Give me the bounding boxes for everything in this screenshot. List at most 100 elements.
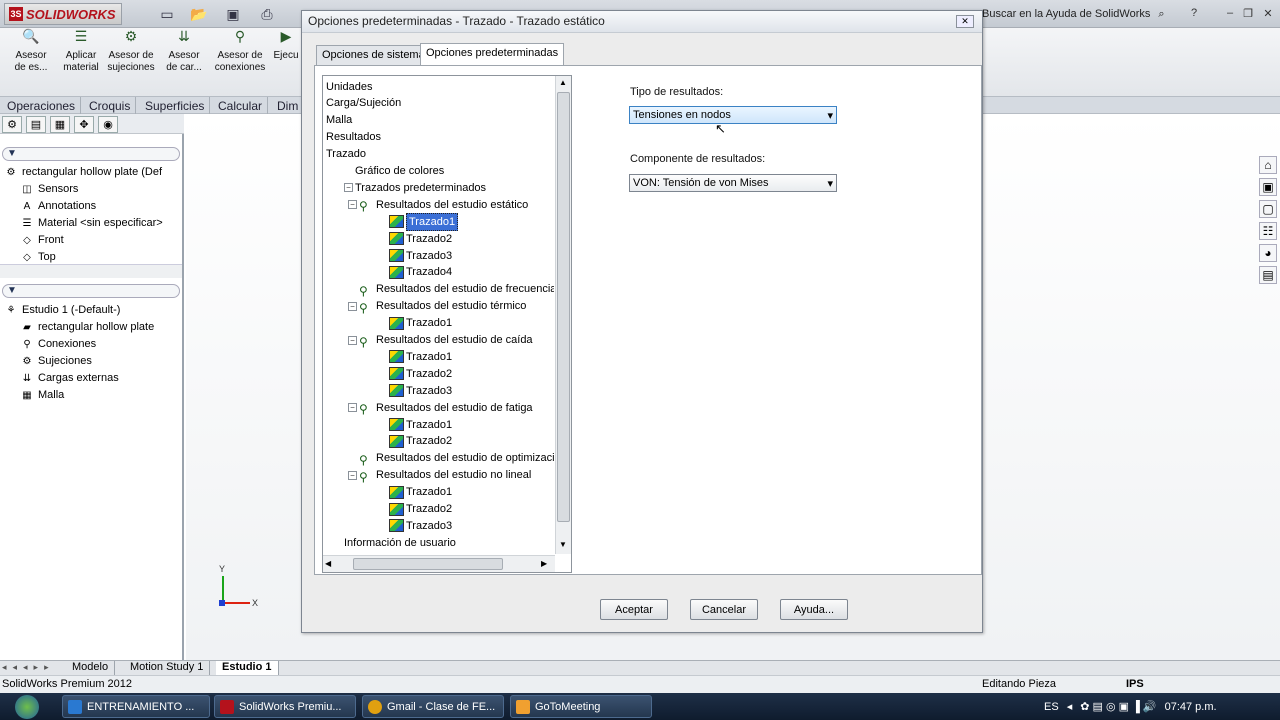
tree-node-study-group[interactable]: − ⚲ Resultados del estudio estático bbox=[348, 196, 528, 213]
tree-node-top[interactable]: Carga/Sujeción bbox=[326, 95, 401, 112]
tab-default-options[interactable]: Opciones predeterminadas bbox=[420, 43, 565, 66]
tree-item-front[interactable]: ◇ Front bbox=[4, 232, 163, 249]
filter-input[interactable]: ▼ bbox=[2, 147, 180, 161]
taskbar-item-solidworks[interactable]: SolidWorks Premiu... bbox=[214, 695, 356, 718]
options-tree[interactable]: Unidades Carga/Sujeción Malla Resultados Tra… bbox=[322, 75, 572, 573]
tab-croquis[interactable]: Croquis bbox=[84, 97, 137, 114]
solidworks-logo[interactable]: 3S SOLIDWORKS bbox=[4, 3, 122, 25]
scroll-right-icon[interactable]: ▶ bbox=[541, 559, 547, 568]
tree-node-plot[interactable]: Trazado3 bbox=[378, 247, 452, 264]
ok-button[interactable]: Aceptar bbox=[600, 599, 668, 620]
tree-node-top[interactable]: Unidades bbox=[326, 78, 372, 95]
tab-calcular[interactable]: Calcular bbox=[213, 97, 269, 114]
tab-motion-study[interactable]: Motion Study 1 bbox=[124, 661, 211, 675]
tree-node-color-chart[interactable]: Gráfico de colores bbox=[344, 163, 444, 180]
scroll-up-icon[interactable]: ▲ bbox=[559, 78, 567, 87]
tree-node-plot[interactable]: Trazado3 bbox=[378, 517, 452, 534]
study-filter-input[interactable]: ▼ bbox=[2, 284, 180, 298]
tree-node-top[interactable]: Resultados bbox=[326, 129, 381, 146]
taskpane-appearance-icon[interactable]: ◕ bbox=[1259, 244, 1277, 262]
feature-tree-hscroll[interactable] bbox=[0, 264, 182, 278]
tree-node-plot[interactable]: Trazado2 bbox=[378, 365, 452, 382]
tree-hscroll[interactable]: ◀ ▶ bbox=[323, 555, 555, 572]
search-icon[interactable]: ⌕ bbox=[1158, 8, 1164, 21]
expand-collapse-icon[interactable]: − bbox=[348, 200, 357, 210]
print-icon[interactable]: ⎙ bbox=[258, 5, 276, 23]
dialog-close-button[interactable]: ✕ bbox=[956, 15, 974, 28]
tab-system-options[interactable]: Opciones de sistema bbox=[316, 45, 431, 65]
study-root[interactable]: ⚘ Estudio 1 (-Default-) bbox=[4, 302, 154, 319]
tree-node-plot[interactable]: Trazado2 bbox=[378, 230, 452, 247]
tree-node-study-group[interactable]: ⚲ Resultados del estudio de optimización bbox=[348, 450, 554, 467]
tree-node-plot[interactable]: Trazado1 bbox=[378, 212, 459, 231]
apply-material-button[interactable]: ☰ Aplicar material bbox=[60, 29, 102, 74]
tree-item-annotations[interactable]: A Annotations bbox=[4, 198, 163, 215]
run-button[interactable]: ▶ Ejecu bbox=[272, 29, 300, 62]
minimize-icon[interactable]: – bbox=[1222, 6, 1238, 20]
tree-vscroll[interactable]: ▲ ▼ bbox=[555, 76, 571, 554]
tree-node-top[interactable]: Malla bbox=[326, 112, 352, 129]
scroll-down-icon[interactable]: ▼ bbox=[559, 540, 567, 549]
tree-item-material[interactable]: ☰ Material <sin especificar> bbox=[4, 215, 163, 232]
study-item-mesh[interactable]: ▦ Malla bbox=[4, 387, 154, 404]
tree-node-plot[interactable]: Trazado1 bbox=[378, 484, 452, 501]
connections-advisor-button[interactable]: ⚲ Asesor de conexiones bbox=[212, 29, 268, 74]
tab-model[interactable]: Modelo bbox=[66, 661, 116, 675]
language-indicator[interactable]: ES bbox=[1044, 701, 1059, 713]
tree-node-study-group[interactable]: − ⚲ Resultados del estudio térmico bbox=[348, 298, 526, 315]
tree-node-plot[interactable]: Trazado1 bbox=[378, 416, 452, 433]
tree-item-sensors[interactable]: ◫ Sensors bbox=[4, 181, 163, 198]
help-search-input[interactable]: Buscar en la Ayuda de SolidWorks ⌕ bbox=[982, 5, 1172, 23]
tree-vscroll-thumb[interactable] bbox=[557, 92, 570, 522]
tree-node-plot[interactable]: Trazado4 bbox=[378, 264, 452, 281]
tray-arrow-icon[interactable]: ◂ bbox=[1067, 700, 1073, 713]
fixtures-advisor-button[interactable]: ⚙ Asesor de sujeciones bbox=[106, 29, 156, 74]
taskpane-explorer-icon[interactable]: ▢ bbox=[1259, 200, 1277, 218]
tree-node-study-group[interactable]: − ⚲ Resultados del estudio de caída bbox=[348, 332, 533, 349]
study-item-part[interactable]: ▰ rectangular hollow plate bbox=[4, 319, 154, 336]
open-icon[interactable]: 📂 bbox=[190, 5, 208, 23]
tree-node-study-group[interactable]: ⚲ Resultados del estudio de frecuencia bbox=[348, 281, 554, 298]
scroll-left-icon[interactable]: ◀ bbox=[325, 559, 331, 568]
tab-study-1[interactable]: Estudio 1 bbox=[216, 661, 279, 675]
tab-nav-arrows[interactable]: ◂◂◂▸▸ bbox=[2, 662, 55, 673]
display-manager-icon[interactable]: ◉ bbox=[98, 116, 118, 133]
new-document-icon[interactable]: ▭ bbox=[158, 5, 176, 23]
help-icon[interactable]: ? bbox=[1186, 6, 1202, 20]
taskpane-properties-icon[interactable]: ▤ bbox=[1259, 266, 1277, 284]
tree-node-user-info[interactable]: Información de usuario bbox=[344, 534, 456, 551]
dimxpert-icon[interactable]: ✥ bbox=[74, 116, 94, 133]
tray-icons[interactable]: ✿ ▤ ◎ ▣ ▐ 🔊 bbox=[1080, 700, 1156, 713]
result-type-select[interactable]: Tensiones en nodos ▾ bbox=[629, 106, 837, 124]
tab-dim[interactable]: Dim bbox=[272, 97, 305, 114]
expand-collapse-icon[interactable]: − bbox=[348, 335, 357, 345]
taskbar-item-ie[interactable]: ENTRENAMIENTO ... bbox=[62, 695, 210, 718]
tree-node-plot[interactable]: Trazado2 bbox=[378, 433, 452, 450]
expand-collapse-icon[interactable]: − bbox=[348, 301, 357, 311]
close-icon[interactable]: ✕ bbox=[1260, 6, 1276, 20]
restore-icon[interactable]: ❐ bbox=[1240, 6, 1256, 20]
taskpane-library-icon[interactable]: ▣ bbox=[1259, 178, 1277, 196]
expand-collapse-icon[interactable]: − bbox=[348, 403, 357, 413]
tree-node-top[interactable]: Trazado bbox=[326, 146, 366, 163]
expand-collapse-icon[interactable]: − bbox=[348, 470, 357, 480]
taskbar-item-gotomeeting[interactable]: GoToMeeting bbox=[510, 695, 652, 718]
tree-node-plot[interactable]: Trazado1 bbox=[378, 315, 452, 332]
tab-superficies[interactable]: Superficies bbox=[140, 97, 211, 114]
configuration-manager-icon[interactable]: ▦ bbox=[50, 116, 70, 133]
taskpane-home-icon[interactable]: ⌂ bbox=[1259, 156, 1277, 174]
expand-collapse-icon[interactable]: − bbox=[344, 183, 353, 193]
component-select[interactable]: VON: Tensión de von Mises ▾ bbox=[629, 174, 837, 192]
tree-node-study-group[interactable]: − ⚲ Resultados del estudio de fatiga bbox=[348, 399, 533, 416]
save-icon[interactable]: ▣ bbox=[224, 5, 242, 23]
tree-node-default-plots[interactable]: − Trazados predeterminados bbox=[344, 179, 486, 196]
start-button[interactable] bbox=[4, 693, 50, 720]
tree-node-study-group[interactable]: − ⚲ Resultados del estudio no lineal bbox=[348, 467, 531, 484]
taskbar-item-chrome[interactable]: Gmail - Clase de FE... bbox=[362, 695, 504, 718]
study-item-loads[interactable]: ⇊ Cargas externas bbox=[4, 370, 154, 387]
tree-root[interactable]: ⚙ rectangular hollow plate (Def bbox=[4, 164, 163, 181]
study-item-fixtures[interactable]: ⚙ Sujeciones bbox=[4, 353, 154, 370]
property-manager-icon[interactable]: ▤ bbox=[26, 116, 46, 133]
tab-operaciones[interactable]: Operaciones bbox=[2, 97, 82, 114]
tree-hscroll-thumb[interactable] bbox=[353, 558, 503, 570]
